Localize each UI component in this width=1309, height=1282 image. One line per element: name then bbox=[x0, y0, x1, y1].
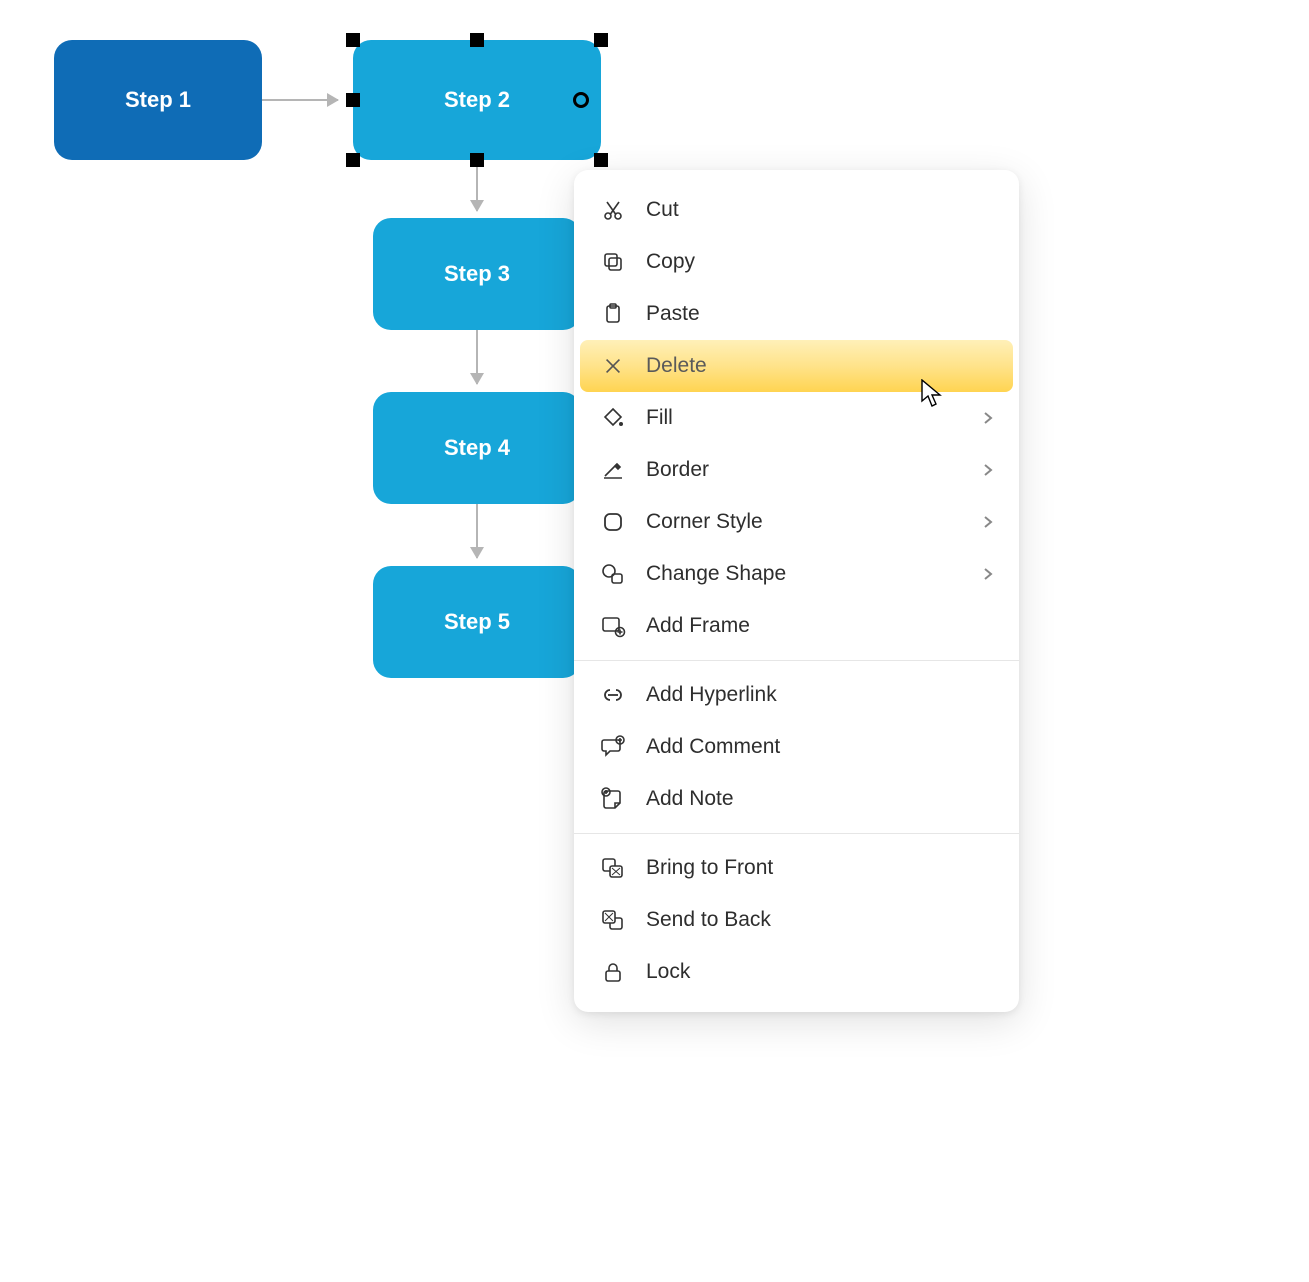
selection-handle-n[interactable] bbox=[470, 33, 484, 47]
node-step4-label: Step 4 bbox=[444, 435, 510, 461]
menu-item-fill-label: Fill bbox=[646, 406, 673, 430]
node-step2-label: Step 2 bbox=[444, 87, 510, 113]
menu-item-paste-label: Paste bbox=[646, 302, 700, 326]
paste-icon bbox=[596, 300, 630, 328]
menu-item-add-frame-label: Add Frame bbox=[646, 614, 750, 638]
corner-style-icon bbox=[596, 508, 630, 536]
chevron-right-icon bbox=[983, 515, 993, 529]
menu-item-change-shape-label: Change Shape bbox=[646, 562, 786, 586]
chevron-right-icon bbox=[983, 463, 993, 477]
arrow-step3-to-step4 bbox=[476, 330, 478, 384]
change-shape-icon bbox=[596, 560, 630, 588]
comment-icon bbox=[596, 733, 630, 761]
node-step3[interactable]: Step 3 bbox=[373, 218, 581, 330]
selection-handle-ne[interactable] bbox=[594, 33, 608, 47]
menu-separator bbox=[574, 660, 1019, 661]
node-step5[interactable]: Step 5 bbox=[373, 566, 581, 678]
menu-item-border[interactable]: Border bbox=[574, 444, 1019, 496]
menu-item-paste[interactable]: Paste bbox=[574, 288, 1019, 340]
node-step1-label: Step 1 bbox=[125, 87, 191, 113]
selection-handle-w[interactable] bbox=[346, 93, 360, 107]
selection-handle-sw[interactable] bbox=[346, 153, 360, 167]
lock-icon bbox=[596, 958, 630, 986]
note-icon bbox=[596, 785, 630, 813]
arrow-step2-to-step3 bbox=[476, 167, 478, 211]
menu-item-add-note-label: Add Note bbox=[646, 787, 734, 811]
selection-handle-se[interactable] bbox=[594, 153, 608, 167]
selection-handle-nw[interactable] bbox=[346, 33, 360, 47]
send-to-back-icon bbox=[596, 906, 630, 934]
chevron-right-icon bbox=[983, 411, 993, 425]
context-menu: Cut Copy Paste Delete bbox=[574, 170, 1019, 1012]
copy-icon bbox=[596, 248, 630, 276]
node-step4[interactable]: Step 4 bbox=[373, 392, 581, 504]
menu-item-add-hyperlink[interactable]: Add Hyperlink bbox=[574, 669, 1019, 721]
node-step1[interactable]: Step 1 bbox=[54, 40, 262, 160]
delete-icon bbox=[596, 352, 630, 380]
menu-item-cut-label: Cut bbox=[646, 198, 679, 222]
selection-handle-s[interactable] bbox=[470, 153, 484, 167]
node-step5-label: Step 5 bbox=[444, 609, 510, 635]
menu-item-lock[interactable]: Lock bbox=[574, 946, 1019, 998]
fill-icon bbox=[596, 404, 630, 432]
menu-item-copy-label: Copy bbox=[646, 250, 695, 274]
cut-icon bbox=[596, 196, 630, 224]
menu-item-add-frame[interactable]: Add Frame bbox=[574, 600, 1019, 652]
menu-item-add-comment[interactable]: Add Comment bbox=[574, 721, 1019, 773]
menu-item-add-hyperlink-label: Add Hyperlink bbox=[646, 683, 777, 707]
arrow-step1-to-step2 bbox=[262, 99, 338, 101]
node-step3-label: Step 3 bbox=[444, 261, 510, 287]
chevron-right-icon bbox=[983, 567, 993, 581]
menu-item-delete-label: Delete bbox=[646, 354, 707, 378]
menu-item-send-to-back[interactable]: Send to Back bbox=[574, 894, 1019, 946]
menu-item-add-note[interactable]: Add Note bbox=[574, 773, 1019, 825]
menu-item-send-to-back-label: Send to Back bbox=[646, 908, 771, 932]
border-icon bbox=[596, 456, 630, 484]
menu-item-change-shape[interactable]: Change Shape bbox=[574, 548, 1019, 600]
menu-item-cut[interactable]: Cut bbox=[574, 184, 1019, 236]
menu-item-fill[interactable]: Fill bbox=[574, 392, 1019, 444]
menu-item-delete[interactable]: Delete bbox=[580, 340, 1013, 392]
menu-item-border-label: Border bbox=[646, 458, 709, 482]
menu-item-corner-style-label: Corner Style bbox=[646, 510, 763, 534]
arrow-step4-to-step5 bbox=[476, 504, 478, 558]
bring-to-front-icon bbox=[596, 854, 630, 882]
menu-item-lock-label: Lock bbox=[646, 960, 690, 984]
menu-item-add-comment-label: Add Comment bbox=[646, 735, 780, 759]
node-step2[interactable]: Step 2 bbox=[353, 40, 601, 160]
menu-item-copy[interactable]: Copy bbox=[574, 236, 1019, 288]
menu-item-bring-to-front-label: Bring to Front bbox=[646, 856, 773, 880]
hyperlink-icon bbox=[596, 681, 630, 709]
add-frame-icon bbox=[596, 612, 630, 640]
menu-separator bbox=[574, 833, 1019, 834]
menu-item-bring-to-front[interactable]: Bring to Front bbox=[574, 842, 1019, 894]
selection-rotate-handle[interactable] bbox=[573, 92, 589, 108]
menu-item-corner-style[interactable]: Corner Style bbox=[574, 496, 1019, 548]
